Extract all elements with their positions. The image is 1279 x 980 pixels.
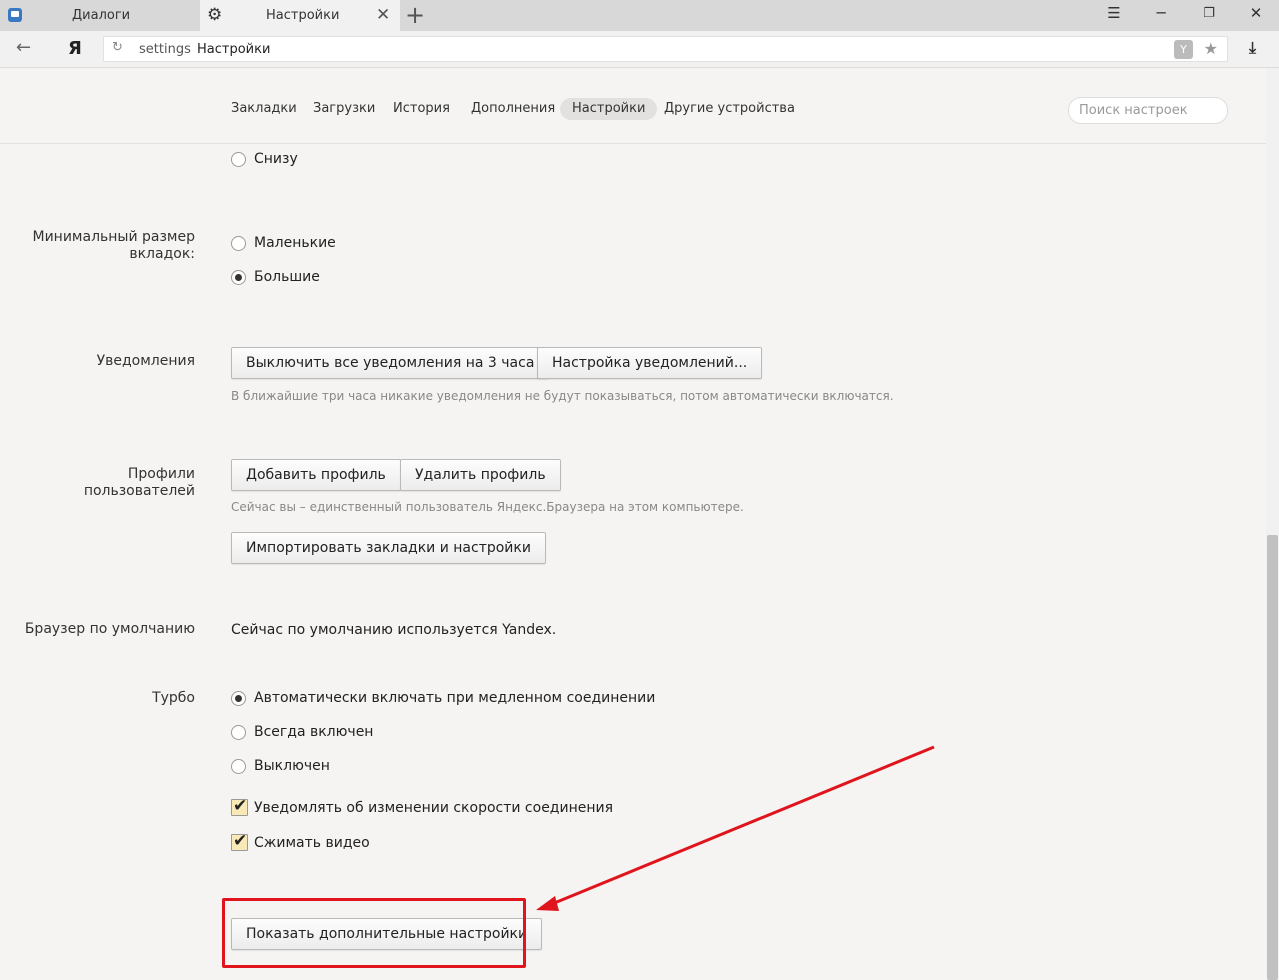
annotation-arrow	[536, 745, 935, 911]
arrow-head	[536, 896, 559, 911]
arrow-shaft	[551, 745, 935, 906]
